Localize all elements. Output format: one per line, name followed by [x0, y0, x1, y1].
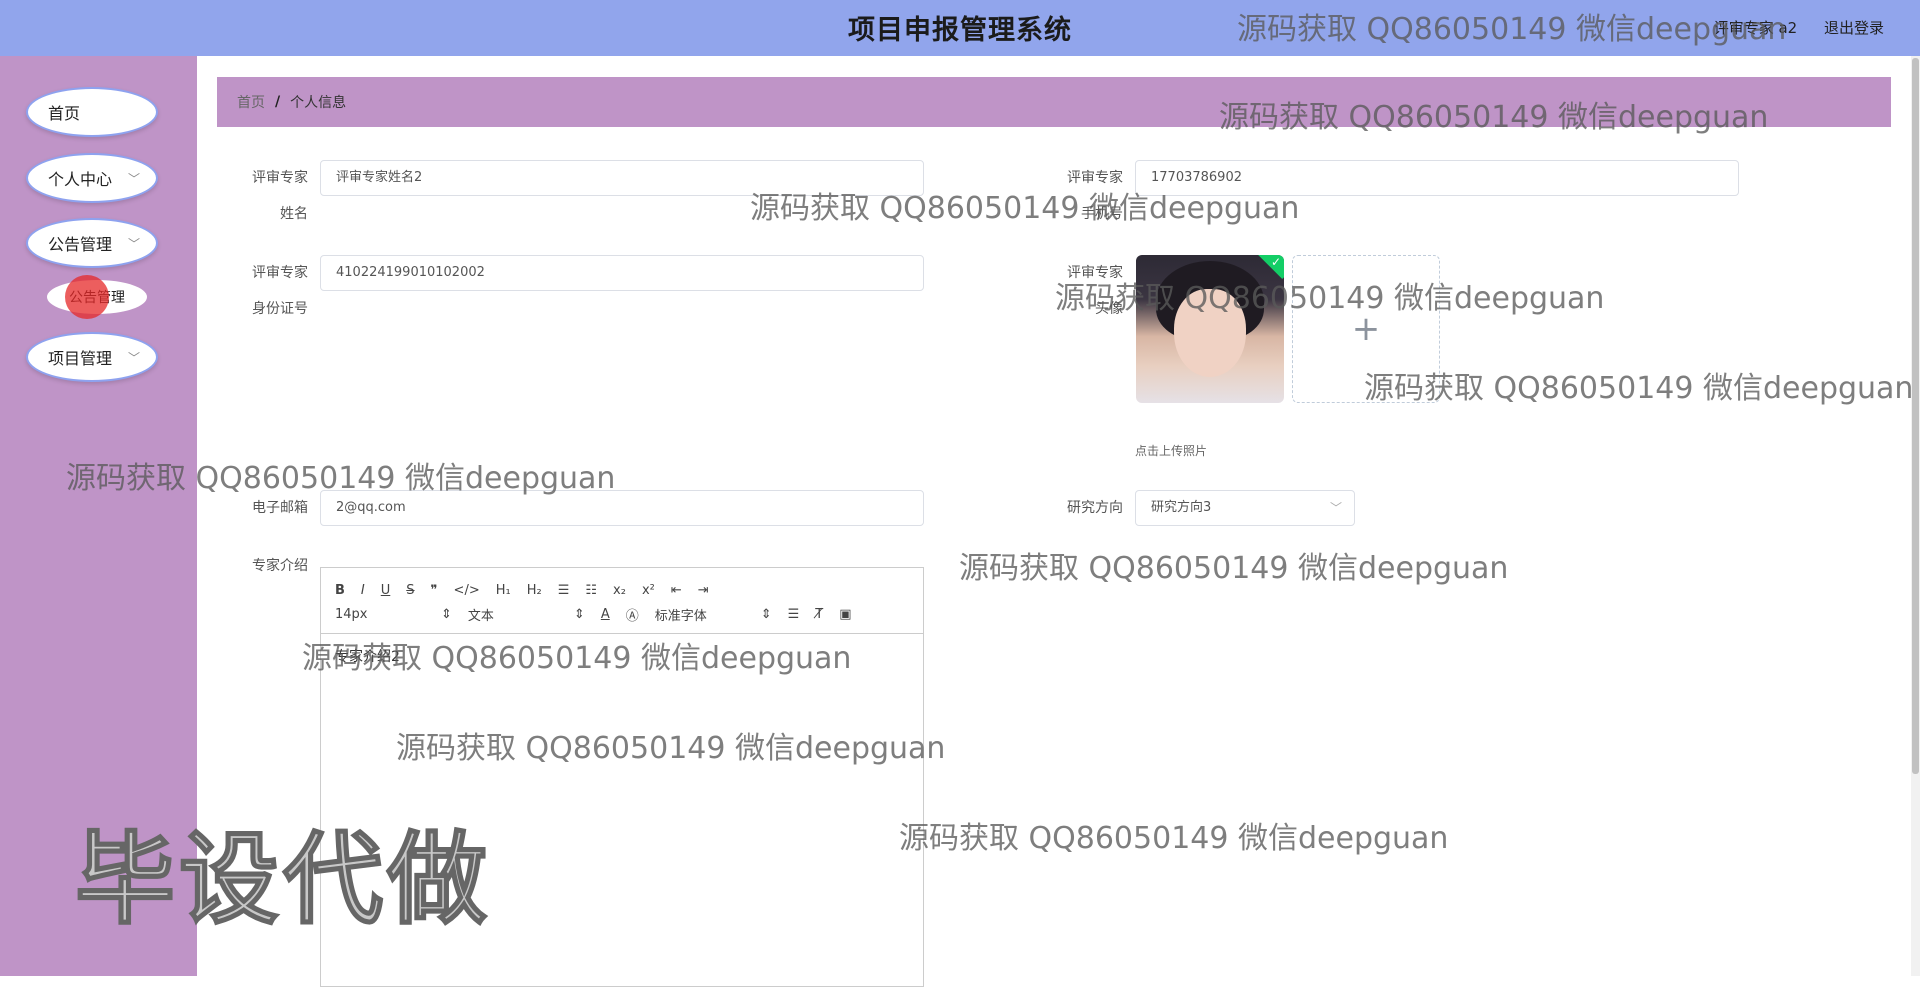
watermark-text: 源码获取 QQ86050149 微信deepguan: [959, 551, 1509, 586]
h2-icon[interactable]: H₂: [527, 583, 542, 598]
id-number-field[interactable]: 410224199010102002: [320, 255, 924, 291]
plus-icon: +: [1351, 309, 1381, 349]
select-arrow-icon: ⇕: [573, 606, 585, 622]
toolbar-row-1: B I U S ❞ </> H₁ H₂ ☰ ☷ x₂ x² ⇤ ⇥: [335, 578, 909, 602]
check-icon: ✓: [1270, 255, 1281, 269]
watermark-text: 源码获取 QQ86050149 微信deepguan: [899, 821, 1449, 856]
font-family-select[interactable]: 标准字体: [655, 605, 745, 624]
id-label-2: 身份证号: [252, 301, 308, 317]
font-size-select[interactable]: 14px: [335, 607, 425, 622]
user-area: 评审专家 a2 退出登录: [1692, 17, 1884, 38]
page-scrollbar[interactable]: [1911, 56, 1920, 976]
text-type-select[interactable]: 文本: [468, 605, 558, 624]
intro-label: 专家介绍: [252, 558, 308, 574]
background-color-icon[interactable]: Ⓐ: [626, 605, 639, 624]
research-value: 研究方向3: [1151, 500, 1212, 515]
phone-field[interactable]: 17703786902: [1135, 160, 1739, 196]
name-field[interactable]: 评审专家姓名2: [320, 160, 924, 196]
underline-icon[interactable]: U: [381, 583, 391, 598]
upload-button[interactable]: +: [1292, 255, 1440, 403]
research-label: 研究方向: [1067, 500, 1123, 516]
email-field[interactable]: 2@qq.com: [320, 490, 924, 526]
italic-icon[interactable]: I: [361, 583, 365, 598]
id-label: 评审专家: [252, 265, 308, 281]
editor-toolbar: B I U S ❞ </> H₁ H₂ ☰ ☷ x₂ x² ⇤ ⇥ 14px ⇕…: [321, 568, 923, 634]
toolbar-row-2: 14px ⇕ 文本 ⇕ A Ⓐ 标准字体 ⇕ ☰ T̸ ▣: [335, 602, 909, 626]
sidebar-item-label: 公告管理: [48, 235, 113, 254]
scrollbar-thumb[interactable]: [1912, 58, 1919, 774]
avatar-label-2: 头像: [1095, 301, 1123, 317]
email-label: 电子邮箱: [252, 500, 308, 516]
research-select[interactable]: 研究方向3 ﹀: [1135, 490, 1355, 526]
name-label-2: 姓名: [280, 206, 308, 222]
chevron-down-icon: ﹀: [127, 172, 140, 186]
editor-content[interactable]: 专家介绍2: [321, 634, 923, 678]
breadcrumb-separator: /: [275, 94, 281, 110]
superscript-icon[interactable]: x²: [642, 583, 655, 598]
align-icon[interactable]: ☰: [788, 607, 800, 622]
select-arrow-icon: ⇕: [441, 606, 452, 622]
avatar-label: 评审专家: [1067, 265, 1123, 281]
app-title: 项目申报管理系统: [848, 15, 1072, 46]
current-user: 评审专家 a2: [1713, 19, 1798, 37]
watermark-big: 毕设代做: [74, 820, 491, 939]
strike-icon[interactable]: S: [406, 583, 414, 598]
breadcrumb: 首页 / 个人信息: [217, 77, 1891, 127]
h1-icon[interactable]: H₁: [496, 583, 511, 598]
top-header: 项目申报管理系统 评审专家 a2 退出登录: [0, 0, 1920, 56]
code-icon[interactable]: </>: [454, 583, 480, 598]
sidebar-item-project[interactable]: 项目管理 ﹀: [26, 332, 158, 382]
chevron-down-icon: ﹀: [1329, 501, 1342, 515]
chevron-down-icon: ﹀: [127, 237, 140, 251]
quote-icon[interactable]: ❞: [431, 583, 438, 598]
avatar-image[interactable]: ✓: [1136, 255, 1284, 403]
bullet-list-icon[interactable]: ☷: [585, 583, 597, 598]
watermark-text: 源码获取 QQ86050149 微信deepguan: [1364, 371, 1914, 406]
name-label: 评审专家: [252, 170, 308, 186]
outdent-icon[interactable]: ⇤: [671, 583, 682, 598]
subscript-icon[interactable]: x₂: [613, 583, 626, 598]
upload-tip: 点击上传照片: [1135, 444, 1208, 458]
breadcrumb-current: 个人信息: [290, 95, 347, 111]
sidebar-item-label: 首页: [48, 104, 81, 123]
indent-icon[interactable]: ⇥: [698, 583, 709, 598]
logout-link[interactable]: 退出登录: [1824, 19, 1884, 37]
select-arrow-icon: ⇕: [760, 606, 772, 622]
sidebar-item-announcement[interactable]: 公告管理 ﹀: [26, 218, 158, 268]
breadcrumb-home[interactable]: 首页: [237, 92, 265, 112]
font-color-icon[interactable]: A: [601, 607, 610, 622]
sidebar-item-personal-center[interactable]: 个人中心 ﹀: [26, 153, 158, 203]
avatar-face: [1174, 289, 1246, 377]
click-indicator: [65, 275, 109, 319]
phone-label-2: 手机号: [1081, 206, 1123, 222]
ordered-list-icon[interactable]: ☰: [558, 583, 570, 598]
chevron-down-icon: ﹀: [127, 351, 140, 365]
clear-format-icon[interactable]: T̸: [815, 607, 823, 622]
image-icon[interactable]: ▣: [839, 607, 851, 622]
phone-label: 评审专家: [1067, 170, 1123, 186]
sidebar-item-label: 个人中心: [48, 170, 113, 189]
sidebar-item-home[interactable]: 首页: [26, 87, 158, 137]
bold-icon[interactable]: B: [335, 583, 345, 598]
sidebar-item-label: 项目管理: [48, 349, 113, 368]
